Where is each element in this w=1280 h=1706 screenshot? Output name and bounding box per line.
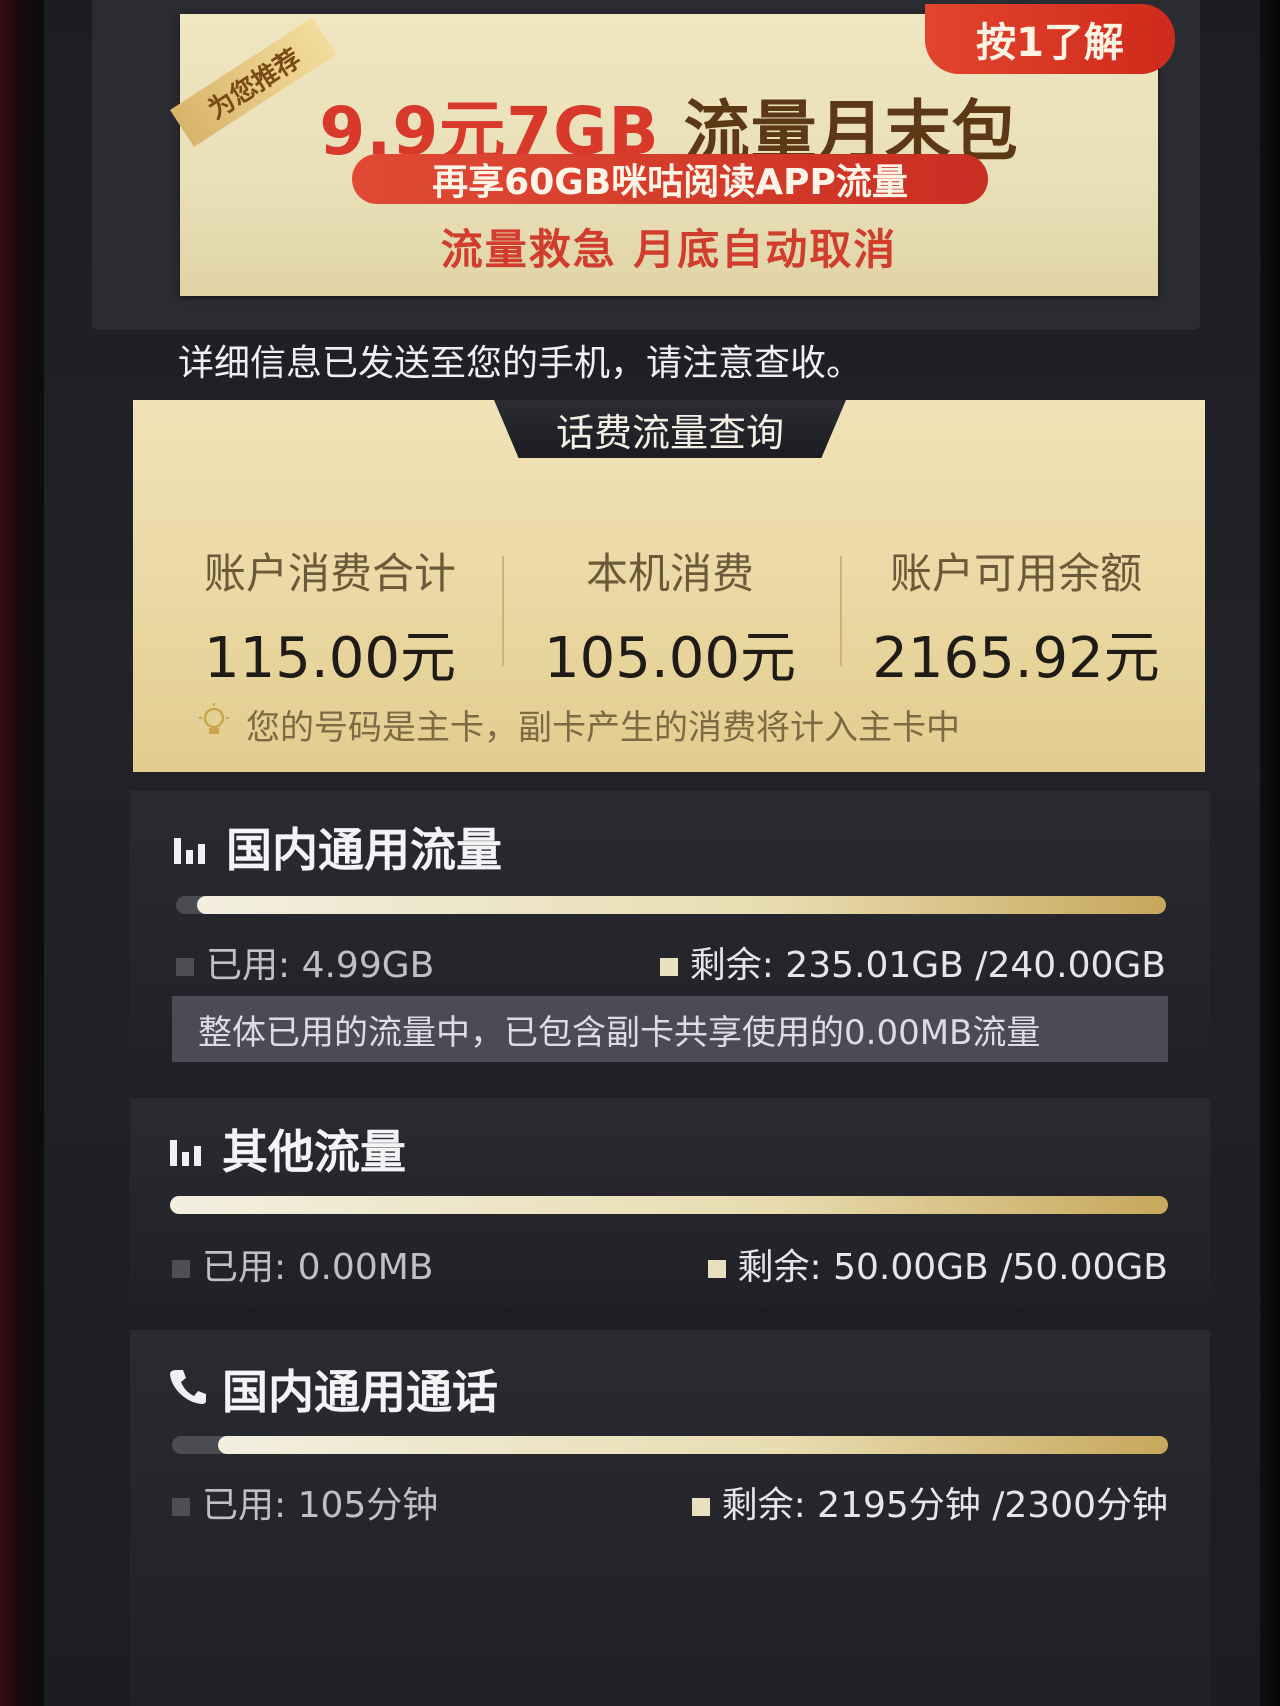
usage-remain-value: 剩余: 50.00GB /50.00GB bbox=[737, 1247, 1168, 1288]
balance-note: 您的号码是主卡，副卡产生的消费将计入主卡中 bbox=[246, 708, 960, 748]
phone-bezel-right bbox=[1260, 0, 1280, 1706]
legend-remaining-swatch bbox=[691, 1498, 710, 1516]
usage-bar-track bbox=[170, 1196, 1168, 1214]
usage-used-other-data: 已用: 0.00MB bbox=[172, 1238, 434, 1290]
balance-card-title: 话费流量查询 bbox=[494, 400, 846, 458]
legend-used-swatch bbox=[172, 1260, 190, 1278]
usage-bar-fill bbox=[196, 896, 1166, 914]
balance-divider bbox=[502, 556, 504, 666]
balance-local-value: 105.00元 bbox=[544, 626, 796, 691]
phone-bezel-left bbox=[0, 0, 44, 1706]
learn-more-button[interactable]: 按1了解 bbox=[925, 4, 1175, 74]
usage-remain-voice: 剩余: 2195分钟 /2300分钟 bbox=[691, 1476, 1168, 1528]
balance-local-label: 本机消费 bbox=[585, 549, 754, 598]
usage-remain-other-data: 剩余: 50.00GB /50.00GB bbox=[707, 1238, 1168, 1290]
usage-used-value: 已用: 105分钟 bbox=[202, 1485, 439, 1526]
usage-remain-domestic-data: 剩余: 235.01GB /240.00GB bbox=[659, 936, 1166, 988]
usage-remain-value: 剩余: 2195分钟 /2300分钟 bbox=[721, 1485, 1168, 1526]
legend-remaining-swatch bbox=[707, 1260, 726, 1278]
usage-title-voice: 国内通用通话 bbox=[222, 1365, 498, 1419]
balance-divider bbox=[840, 556, 842, 666]
legend-used-swatch bbox=[176, 958, 194, 976]
balance-available-value: 2165.92元 bbox=[872, 626, 1160, 691]
phone-icon bbox=[170, 1370, 206, 1404]
promo-subtitle: 流量救急 月底自动取消 bbox=[440, 225, 898, 274]
balance-total: 账户消费合计 115.00元 bbox=[180, 540, 480, 694]
promo-pill: 再享60GB咪咕阅读APP流量 bbox=[352, 154, 988, 204]
notice-text: 详细信息已发送至您的手机，请注意查收。 bbox=[178, 343, 863, 384]
usage-title-other-data: 其他流量 bbox=[222, 1125, 406, 1179]
bar-chart-icon bbox=[174, 838, 205, 864]
usage-used-domestic-data: 已用: 4.99GB bbox=[176, 936, 434, 988]
balance-total-label: 账户消费合计 bbox=[203, 549, 456, 598]
usage-bar-fill bbox=[217, 1436, 1168, 1454]
bar-chart-icon bbox=[170, 1140, 201, 1166]
usage-used-value: 已用: 0.00MB bbox=[202, 1247, 434, 1288]
usage-remain-value: 剩余: 235.01GB /240.00GB bbox=[689, 945, 1166, 986]
usage-used-value: 已用: 4.99GB bbox=[206, 945, 435, 986]
lightbulb-icon bbox=[199, 703, 229, 734]
balance-available-label: 账户可用余额 bbox=[889, 549, 1142, 598]
usage-used-voice: 已用: 105分钟 bbox=[172, 1476, 438, 1528]
usage-bar-track bbox=[172, 1436, 1168, 1454]
legend-used-swatch bbox=[172, 1498, 190, 1516]
shared-usage-note: 整体已用的流量中，已包含副卡共享使用的0.00MB流量 bbox=[172, 996, 1168, 1062]
usage-bar-fill bbox=[170, 1196, 1168, 1214]
balance-total-value: 115.00元 bbox=[204, 626, 456, 691]
usage-title-domestic-data: 国内通用流量 bbox=[226, 823, 502, 877]
balance-available: 账户可用余额 2165.92元 bbox=[856, 540, 1176, 694]
usage-bar-track bbox=[176, 896, 1166, 914]
balance-local: 本机消费 105.00元 bbox=[520, 540, 820, 694]
legend-remaining-swatch bbox=[659, 958, 678, 976]
